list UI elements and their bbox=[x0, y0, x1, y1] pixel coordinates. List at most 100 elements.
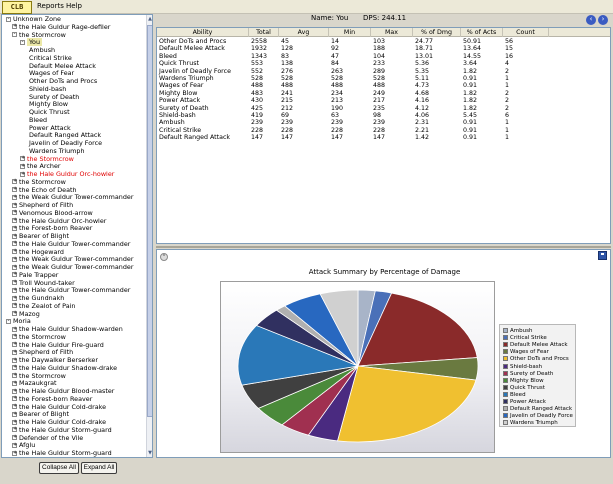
expand-node-icon[interactable]: + bbox=[12, 210, 17, 216]
column-header[interactable]: % of Dmg bbox=[413, 28, 461, 37]
expand-node-icon[interactable]: + bbox=[12, 388, 17, 394]
column-header[interactable]: Total bbox=[249, 28, 279, 37]
expand-node-icon[interactable]: + bbox=[12, 24, 17, 30]
table-cell: 147 bbox=[331, 134, 344, 142]
collapse-node-icon[interactable]: - bbox=[6, 16, 11, 22]
expand-node-icon[interactable]: + bbox=[12, 233, 17, 239]
table-cell: 239 bbox=[251, 119, 264, 127]
forward-arrow-icon[interactable]: › bbox=[598, 15, 608, 25]
combat-tree[interactable]: ▲ ▼ - Unknown Zone + the Hale Guldur Rage-d… bbox=[1, 14, 153, 458]
expand-node-icon[interactable]: + bbox=[12, 256, 17, 262]
expand-node-icon[interactable]: + bbox=[12, 264, 17, 270]
expand-node-icon[interactable]: + bbox=[12, 187, 17, 192]
expand-node-icon[interactable]: + bbox=[12, 326, 17, 332]
expand-node-icon[interactable]: + bbox=[12, 287, 17, 293]
column-header[interactable]: Max bbox=[371, 28, 413, 37]
legend-swatch bbox=[503, 349, 508, 355]
table-row[interactable]: Quick Thrust 553 138 84 233 5.36 3.64 4 bbox=[157, 60, 549, 67]
expand-node-icon[interactable]: + bbox=[12, 435, 17, 440]
table-cell: Quick Thrust bbox=[159, 60, 199, 68]
save-icon[interactable] bbox=[598, 251, 607, 260]
expand-node-icon[interactable]: + bbox=[12, 303, 17, 309]
column-header[interactable]: Ability bbox=[157, 28, 249, 37]
column-header[interactable]: % of Acts bbox=[461, 28, 503, 37]
expand-node-icon[interactable]: + bbox=[12, 450, 17, 456]
expand-node-icon[interactable]: + bbox=[12, 311, 17, 316]
expand-node-icon[interactable]: + bbox=[12, 272, 17, 278]
table-cell: 14.55 bbox=[463, 52, 482, 60]
table-cell: 488 bbox=[281, 82, 294, 90]
expand-node-icon[interactable]: + bbox=[12, 194, 17, 200]
expand-node-icon[interactable]: + bbox=[12, 365, 17, 371]
expand-node-icon[interactable]: + bbox=[20, 156, 25, 161]
expand-node-icon[interactable]: + bbox=[12, 241, 17, 247]
back-arrow-icon[interactable]: ‹ bbox=[586, 15, 596, 25]
expand-node-icon[interactable]: + bbox=[12, 373, 17, 378]
table-row[interactable]: Bleed 1343 83 47 104 13.01 14.55 16 bbox=[157, 53, 549, 60]
expand-node-icon[interactable]: + bbox=[12, 218, 17, 223]
table-row[interactable]: Javelin of Deadly Force 552 276 263 289 5.35 1… bbox=[157, 68, 549, 75]
table-cell: Shield-bash bbox=[159, 112, 196, 119]
panel-divider[interactable] bbox=[156, 246, 611, 248]
table-row[interactable]: Surety of Death 425 212 190 235 4.12 1.82 2 bbox=[157, 105, 549, 112]
table-cell: 50.91 bbox=[463, 38, 482, 45]
table-cell: 241 bbox=[281, 89, 294, 97]
expand-node-icon[interactable]: + bbox=[12, 442, 17, 448]
expand-node-icon[interactable]: + bbox=[12, 404, 17, 409]
table-cell: 3.64 bbox=[463, 60, 478, 68]
expand-node-icon[interactable]: + bbox=[12, 334, 17, 340]
tree-item-label: the Hale Guldur Storm-guard bbox=[19, 449, 112, 457]
table-cell: 249 bbox=[373, 89, 386, 97]
table-cell: Default Melee Attack bbox=[159, 45, 225, 53]
table-cell: 4.16 bbox=[415, 97, 430, 105]
expand-node-icon[interactable]: + bbox=[12, 179, 17, 185]
column-header[interactable]: Min bbox=[329, 28, 371, 37]
expand-node-icon[interactable]: + bbox=[20, 171, 25, 177]
tree-item[interactable]: + the Hale Guldur Storm-guard bbox=[12, 449, 112, 457]
expand-node-icon[interactable]: + bbox=[12, 357, 17, 363]
menu-help[interactable]: Help bbox=[66, 2, 82, 10]
collapse-chart-icon[interactable]: ⌃ bbox=[160, 253, 168, 261]
table-row[interactable]: Power Attack 430 215 213 217 4.16 1.82 2 bbox=[157, 97, 549, 104]
expand-node-icon[interactable]: + bbox=[12, 295, 17, 301]
table-row[interactable]: Critical Strike 228 228 228 228 2.21 0.91 1 bbox=[157, 127, 549, 134]
expand-node-icon[interactable]: + bbox=[20, 163, 25, 169]
expand-node-icon[interactable]: + bbox=[12, 280, 17, 285]
table-cell: 1.82 bbox=[463, 97, 478, 105]
expand-node-icon[interactable]: + bbox=[12, 419, 17, 425]
table-row[interactable]: Shield-bash 419 69 63 98 4.06 5.45 6 bbox=[157, 112, 549, 119]
table-row[interactable]: Mighty Blow 483 241 234 249 4.68 1.82 2 bbox=[157, 90, 549, 97]
collapse-node-icon[interactable]: - bbox=[6, 318, 11, 324]
expand-node-icon[interactable]: + bbox=[12, 380, 17, 386]
tree-scrollbar[interactable]: ▲ ▼ bbox=[146, 15, 152, 457]
expand-node-icon[interactable]: + bbox=[12, 202, 17, 208]
table-row[interactable]: Other DoTs and Procs 2558 45 14 103 24.77 50.9… bbox=[157, 38, 549, 45]
column-header[interactable]: Count bbox=[503, 28, 549, 37]
column-header[interactable]: Avg bbox=[279, 28, 329, 37]
table-cell: 16 bbox=[505, 52, 514, 60]
table-row[interactable]: Ambush 239 239 239 239 2.31 0.91 1 bbox=[157, 119, 549, 126]
table-cell: 239 bbox=[281, 119, 294, 127]
table-cell: 276 bbox=[281, 67, 294, 75]
expand-node-icon[interactable]: + bbox=[12, 396, 17, 402]
table-row[interactable]: Wardens Triumph 528 528 528 528 5.11 0.91 1 bbox=[157, 75, 549, 82]
table-row[interactable]: Wages of Fear 488 488 488 488 4.73 0.91 1 bbox=[157, 82, 549, 89]
expand-node-icon[interactable]: + bbox=[12, 427, 17, 433]
status-bar bbox=[0, 478, 613, 484]
collapse-node-icon[interactable]: - bbox=[20, 39, 25, 45]
table-cell: 147 bbox=[281, 134, 294, 142]
table-row[interactable]: Default Ranged Attack 147 147 147 147 1.42 0.9… bbox=[157, 134, 549, 141]
table-row[interactable]: Default Melee Attack 1932 128 92 188 18.71 13.… bbox=[157, 45, 549, 52]
expand-node-icon[interactable]: + bbox=[12, 411, 17, 417]
table-cell: 233 bbox=[373, 60, 386, 68]
collapse-node-icon[interactable]: - bbox=[12, 32, 17, 37]
expand-all-button[interactable]: Expand All bbox=[81, 462, 117, 474]
expand-node-icon[interactable]: + bbox=[12, 225, 17, 231]
expand-node-icon[interactable]: + bbox=[12, 249, 17, 254]
collapse-all-button[interactable]: Collapse All bbox=[39, 462, 79, 474]
expand-node-icon[interactable]: + bbox=[12, 349, 17, 355]
menu-reports[interactable]: Reports bbox=[37, 2, 64, 10]
expand-node-icon[interactable]: + bbox=[12, 342, 17, 347]
table-cell: Bleed bbox=[159, 52, 177, 60]
table-cell: 488 bbox=[251, 82, 264, 90]
